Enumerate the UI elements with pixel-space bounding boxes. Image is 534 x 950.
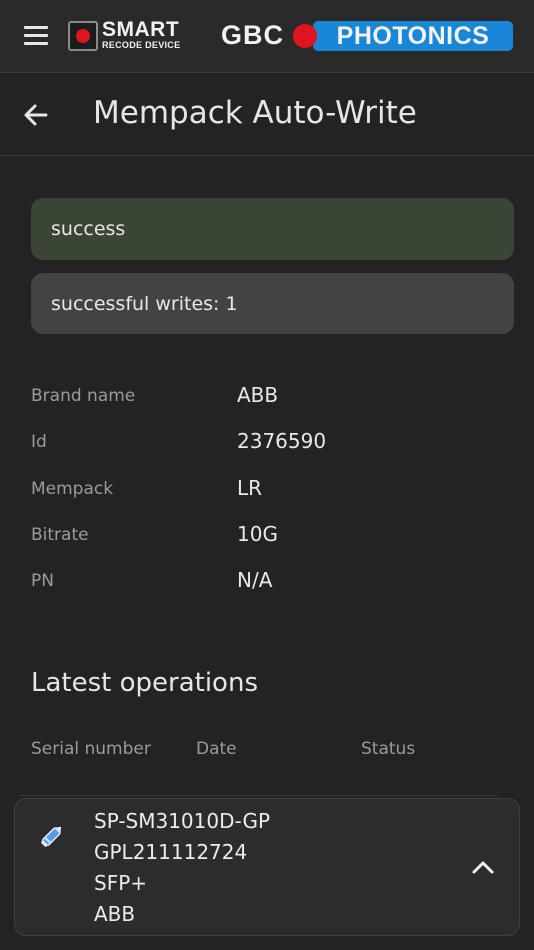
hamburger-menu-icon[interactable] [24, 26, 48, 46]
successful-writes-alert: successful writes: 1 [31, 273, 514, 334]
info-label: PN [31, 571, 54, 591]
column-header-status: Status [361, 739, 416, 759]
info-value: N/A [237, 568, 273, 592]
operation-row[interactable]: SP-SM31010D-GP GPL211112724 SFP+ ABB [14, 798, 520, 936]
info-value: ABB [237, 383, 279, 407]
success-alert: success [31, 198, 514, 260]
info-value: 10G [237, 522, 278, 546]
column-header-date: Date [196, 739, 237, 759]
operation-form-factor: SFP+ [94, 871, 148, 895]
column-header-serial-number: Serial number [31, 739, 151, 759]
info-value: 2376590 [237, 429, 327, 453]
table-divider [18, 795, 498, 796]
info-row-pn: PN N/A [31, 568, 511, 601]
latest-operations-title: Latest operations [31, 668, 258, 698]
gbc-logo-text: GBC [221, 20, 284, 50]
page-header: Mempack Auto-Write [0, 73, 534, 156]
smart-logo-text: SMART [102, 18, 180, 41]
gbc-photonics-logo: GBC PHOTONICS [221, 20, 515, 54]
info-row-id: Id 2376590 [31, 429, 511, 462]
info-label: Mempack [31, 479, 114, 499]
smart-recode-device-logo: SMART RECODE DEVICE [68, 18, 196, 54]
chevron-up-icon[interactable] [469, 855, 497, 879]
smart-logo-mark [68, 21, 98, 51]
page-title: Mempack Auto-Write [93, 95, 417, 131]
info-row-mempack: Mempack LR [31, 476, 511, 509]
arrow-left-icon[interactable] [22, 101, 50, 129]
info-value: LR [237, 476, 263, 500]
info-label: Bitrate [31, 525, 89, 545]
operation-lot-number: GPL211112724 [94, 840, 248, 864]
info-row-bitrate: Bitrate 10G [31, 522, 511, 555]
info-label: Brand name [31, 386, 136, 406]
app-bar: SMART RECODE DEVICE GBC PHOTONICS [0, 0, 534, 73]
pencil-icon [37, 821, 67, 851]
gbc-logo-dot [293, 24, 317, 48]
operation-serial-number: SP-SM31010D-GP [94, 809, 271, 833]
info-label: Id [31, 432, 47, 452]
operation-brand: ABB [94, 902, 136, 926]
smart-logo-subtext: RECODE DEVICE [102, 40, 181, 50]
photonics-logo-text: PHOTONICS [313, 21, 513, 51]
info-row-brand-name: Brand name ABB [31, 383, 511, 416]
